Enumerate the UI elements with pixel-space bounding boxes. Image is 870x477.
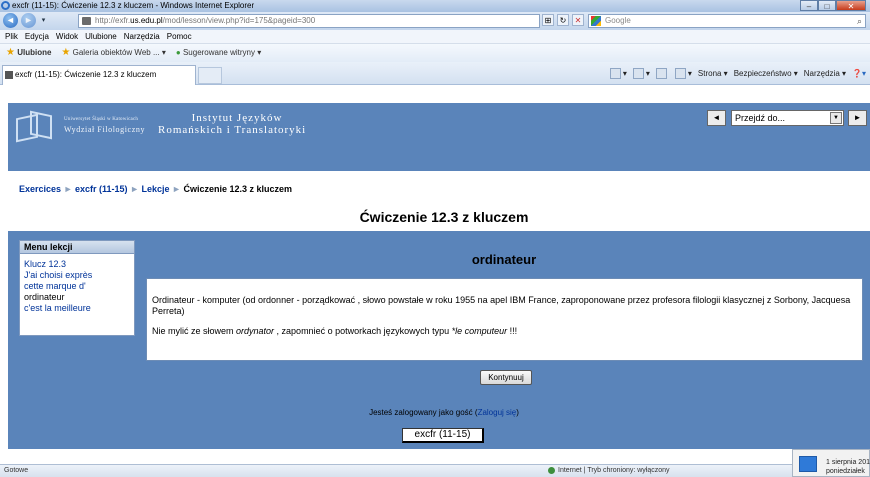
day-text: poniedziałek — [826, 468, 865, 475]
feeds-button[interactable]: ▾ — [632, 65, 650, 83]
help-icon[interactable]: ❓▾ — [852, 65, 866, 83]
page-menu[interactable]: Strona ▾ — [698, 65, 728, 83]
window-controls: – □ ✕ — [800, 0, 866, 11]
maximize-icon[interactable]: □ — [818, 0, 836, 11]
window-titlebar: excfr (11-15): Ćwiczenie 12.3 z kluczem … — [0, 0, 870, 12]
warning-paragraph: Nie mylić ze słowem ordynator , zapomnie… — [152, 326, 518, 336]
lesson-menu-title: Menu lekcji — [19, 240, 135, 254]
dropdown-arrow-icon: ▼ — [830, 112, 842, 124]
menu-help[interactable]: Pomoc — [167, 30, 192, 43]
search-icon[interactable]: ⌕ — [857, 15, 862, 27]
web-slice-gallery-link[interactable]: ★ Galeria obiektów Web ... ▾ — [61, 44, 165, 62]
breadcrumb-lessons[interactable]: Lekcje — [142, 184, 170, 194]
date-text: 1 sierpnia 201 — [826, 459, 870, 466]
breadcrumb-exercices[interactable]: Exercices — [19, 184, 61, 194]
stop-icon[interactable]: ✕ — [572, 14, 584, 26]
lesson-page-heading: ordinateur — [471, 252, 537, 267]
suggested-sites-link[interactable]: ● Sugerowane witryny ▾ — [176, 44, 261, 62]
command-bar: ▾ ▾ ▾ Strona ▾ Bezpieczeństwo ▾ Narzędzi… — [609, 65, 866, 83]
menu-edit[interactable]: Edycja — [25, 30, 49, 43]
jump-to-select[interactable]: Przejdź do... ▼ — [731, 110, 844, 126]
rss-icon — [632, 68, 644, 80]
course-home-button[interactable]: excfr (11-15) — [402, 428, 484, 443]
menu-file[interactable]: Plik — [5, 30, 18, 43]
address-row: ◄ ► ▾ http://exfr.us.edu.pl/mod/lesson/v… — [0, 12, 870, 30]
prev-activity-button[interactable]: ◄ — [707, 110, 726, 126]
home-button[interactable]: ▾ — [609, 65, 627, 83]
google-icon — [591, 16, 601, 26]
add-favorite-icon: ★ — [61, 47, 71, 58]
lesson-menu-item[interactable]: c'est la meilleure — [24, 303, 134, 314]
suggested-sites-icon: ● — [175, 48, 181, 57]
lesson-menu-item[interactable]: cette marque d' — [24, 281, 134, 292]
breadcrumb-course[interactable]: excfr (11-15) — [75, 184, 128, 194]
window-title: excfr (11-15): Ćwiczenie 12.3 z kluczem … — [12, 1, 255, 10]
print-button[interactable]: ▾ — [674, 65, 692, 83]
continue-button[interactable]: Kontynuuj — [480, 370, 532, 385]
lesson-content: Ordinateur - komputer (od ordonner - por… — [146, 278, 863, 361]
search-box[interactable]: Google ⌕ — [588, 14, 866, 28]
site-header: Uniwersytet Śląski w Katowicach Wydział … — [8, 103, 870, 171]
status-bar: Gotowe Internet | Tryb chroniony: wyłącz… — [0, 464, 870, 477]
favorites-button[interactable]: ★ Ulubione — [6, 44, 51, 62]
new-tab-button[interactable] — [198, 67, 222, 84]
university-name: Uniwersytet Śląski w Katowicach — [64, 117, 139, 122]
lesson-page-header: ordinateur — [138, 240, 870, 274]
security-zone: Internet | Tryb chroniony: wyłączony — [548, 465, 670, 477]
date-tooltip: 1 sierpnia 201 poniedziałek — [792, 449, 870, 477]
university-logo-icon — [14, 110, 54, 143]
breadcrumb: Exercices ► excfr (11-15) ► Lekcje ► Ćwi… — [19, 184, 293, 194]
globe-icon — [548, 466, 555, 474]
lesson-menu: Klucz 12.3 J'ai choisi exprès cette marq… — [19, 254, 135, 336]
breadcrumb-current: Ćwiczenie 12.3 z kluczem — [183, 184, 293, 194]
lesson-menu-item[interactable]: J'ai choisi exprès — [24, 270, 134, 281]
ie-logo-icon — [1, 1, 10, 10]
favorites-bar: ★ Ulubione ★ Galeria obiektów Web ... ▾ … — [0, 44, 870, 62]
tools-menu[interactable]: Narzędzia ▾ — [804, 65, 846, 83]
tab-favicon-icon — [5, 71, 13, 79]
lesson-menu-item[interactable]: Klucz 12.3 — [24, 259, 134, 270]
browser-tab[interactable]: excfr (11-15): Ćwiczenie 12.3 z kluczem — [2, 65, 196, 85]
history-dropdown-icon[interactable]: ▾ — [39, 13, 48, 28]
compat-view-icon[interactable]: ⊞ — [542, 14, 554, 26]
institute-name-line2: Romańskich i Translatoryki — [158, 124, 307, 136]
minimize-icon[interactable]: – — [800, 0, 818, 11]
home-icon — [609, 68, 621, 80]
calendar-icon — [799, 456, 817, 472]
mail-button[interactable] — [655, 65, 669, 83]
faculty-name: Wydział Filologiczny — [64, 125, 146, 134]
moodle-favicon-icon — [82, 17, 91, 25]
print-icon — [674, 68, 686, 80]
star-icon: ★ — [6, 47, 15, 58]
address-bar[interactable]: http://exfr.us.edu.pl/mod/lesson/view.ph… — [78, 14, 540, 28]
next-activity-button[interactable]: ► — [848, 110, 867, 126]
address-tools: ⊞ ↻ ✕ — [542, 14, 584, 28]
close-icon[interactable]: ✕ — [836, 0, 866, 11]
mail-icon — [655, 68, 667, 80]
menu-tools[interactable]: Narzędzia — [124, 30, 160, 43]
forward-arrow-icon[interactable]: ► — [21, 13, 36, 28]
menu-favorites[interactable]: Ulubione — [85, 30, 117, 43]
lesson-menu-item-current: ordinateur — [24, 292, 65, 302]
browser-window: excfr (11-15): Ćwiczenie 12.3 z kluczem … — [0, 0, 870, 477]
page-title: Ćwiczenie 12.3 z kluczem — [359, 209, 529, 225]
menu-bar: Plik Edycja Widok Ulubione Narzędzia Pom… — [0, 30, 870, 44]
status-text: Gotowe — [4, 467, 29, 474]
definition-paragraph: Ordinateur - komputer (od ordonner - por… — [152, 295, 851, 316]
refresh-icon[interactable]: ↻ — [557, 14, 569, 26]
menu-view[interactable]: Widok — [56, 30, 78, 43]
safety-menu[interactable]: Bezpieczeństwo ▾ — [734, 65, 798, 83]
back-arrow-icon[interactable]: ◄ — [3, 13, 18, 28]
login-link[interactable]: Zaloguj się — [478, 408, 517, 417]
login-info: Jesteś zalogowany jako gość (Zaloguj się… — [369, 408, 519, 417]
institute-name-line1: Instytut Języków — [191, 112, 283, 124]
